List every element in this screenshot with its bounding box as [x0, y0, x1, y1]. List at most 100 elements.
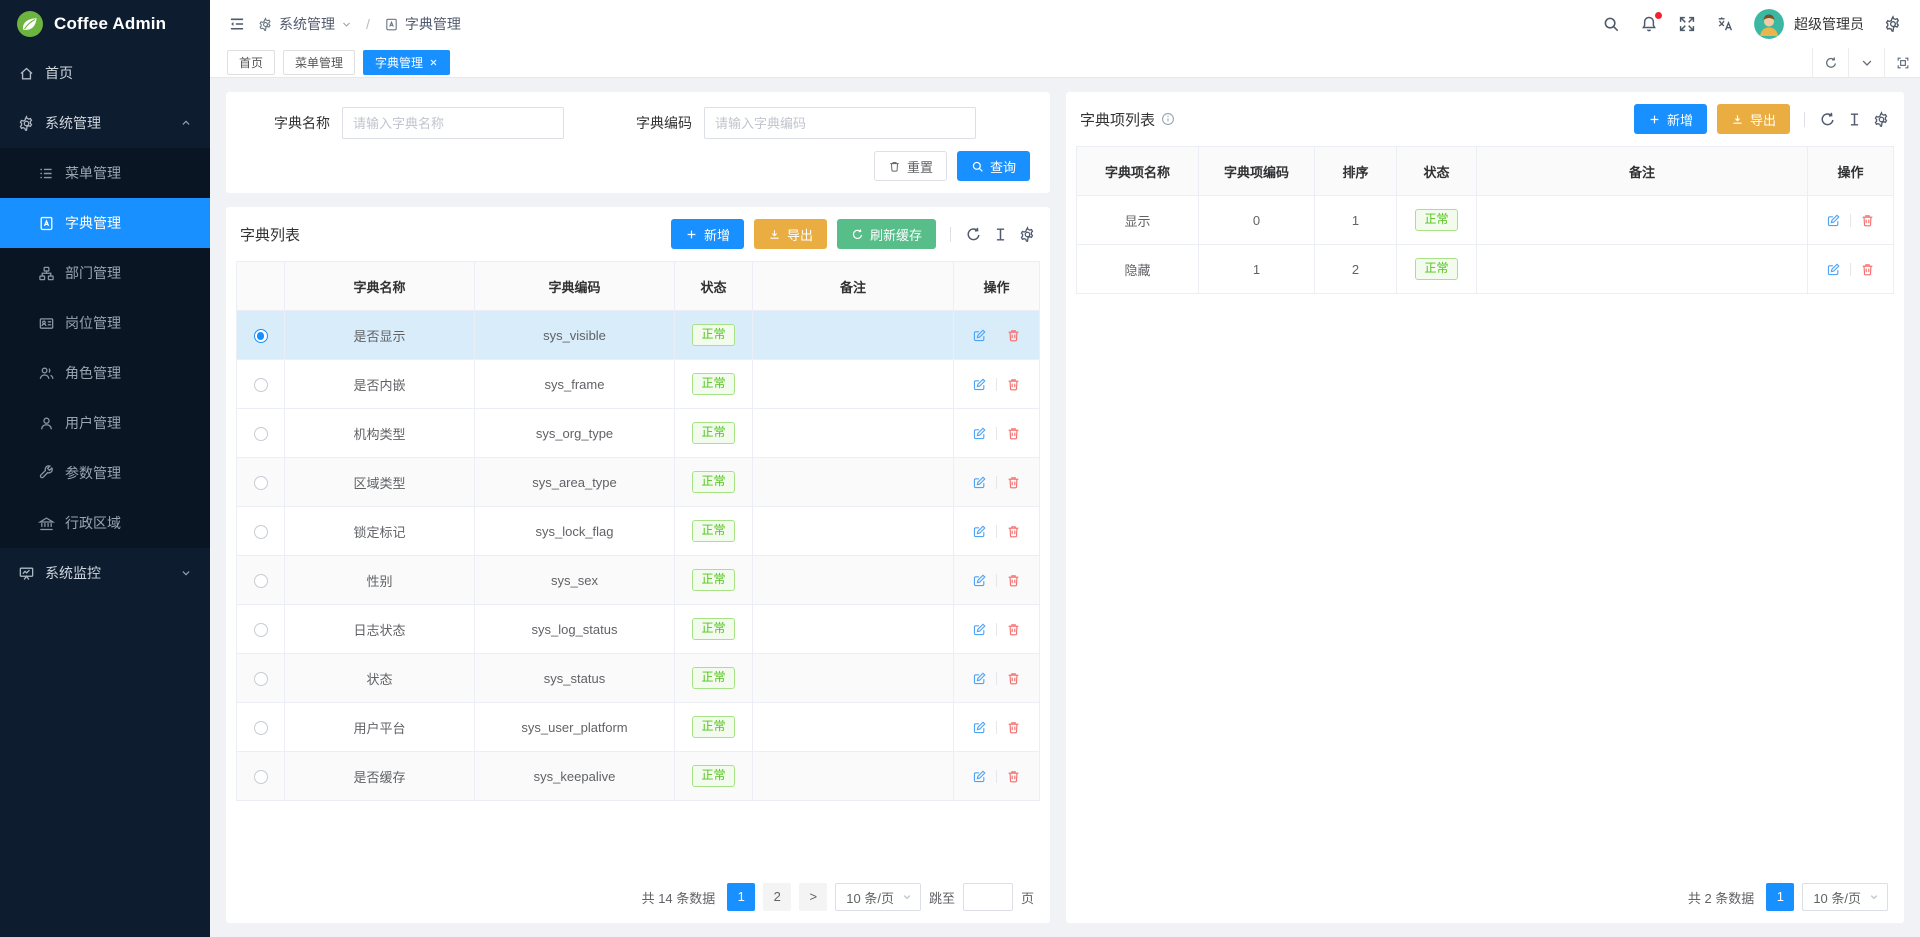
table-row[interactable]: 性别sys_sex正常	[237, 556, 1040, 605]
row-height-icon[interactable]	[1846, 111, 1863, 128]
add-dict-button[interactable]: 新增	[671, 219, 744, 249]
table-row[interactable]: 是否内嵌sys_frame正常	[237, 360, 1040, 409]
row-radio[interactable]	[254, 427, 268, 441]
edit-icon[interactable]	[1826, 213, 1841, 228]
dict-code-cell: sys_status	[475, 654, 675, 703]
edit-icon[interactable]	[972, 328, 987, 343]
dict-name-input[interactable]	[342, 107, 564, 139]
table-row[interactable]: 显示01正常	[1077, 196, 1894, 245]
dict-code-input[interactable]	[704, 107, 976, 139]
tab-label: 首页	[239, 54, 263, 71]
delete-icon[interactable]	[1006, 524, 1021, 539]
selection-cell	[237, 556, 285, 605]
row-radio[interactable]	[254, 476, 268, 490]
sidebar-item-home[interactable]: 首页	[0, 48, 210, 98]
delete-icon[interactable]	[1006, 426, 1021, 441]
page-size-select[interactable]: 10 条/页	[835, 883, 921, 911]
next-page-button[interactable]: >	[799, 883, 827, 911]
delete-icon[interactable]	[1006, 769, 1021, 784]
sidebar-item-role-management[interactable]: 角色管理	[0, 348, 210, 398]
page-size-select[interactable]: 10 条/页	[1802, 883, 1888, 911]
tab-dictionary-management[interactable]: 字典管理	[363, 50, 450, 75]
table-row[interactable]: 用户平台sys_user_platform正常	[237, 703, 1040, 752]
delete-icon[interactable]	[1006, 328, 1021, 343]
edit-icon[interactable]	[972, 573, 987, 588]
edit-icon[interactable]	[972, 475, 987, 490]
delete-icon[interactable]	[1006, 720, 1021, 735]
menu-fold-icon[interactable]	[228, 15, 246, 33]
notification-bell-icon[interactable]	[1640, 15, 1658, 33]
edit-icon[interactable]	[972, 671, 987, 686]
add-dict-item-button[interactable]: 新增	[1634, 104, 1707, 134]
jump-page-input[interactable]	[963, 883, 1013, 911]
sidebar-item-system-monitor[interactable]: 系统监控	[0, 548, 210, 598]
row-radio[interactable]	[254, 329, 268, 343]
table-row[interactable]: 隐藏12正常	[1077, 245, 1894, 294]
sidebar-item-dictionary-management[interactable]: 字典管理	[0, 198, 210, 248]
delete-icon[interactable]	[1006, 573, 1021, 588]
export-dict-items-button[interactable]: 导出	[1717, 104, 1790, 134]
edit-icon[interactable]	[972, 720, 987, 735]
page-button-1[interactable]: 1	[1766, 883, 1794, 911]
delete-icon[interactable]	[1006, 622, 1021, 637]
delete-icon[interactable]	[1860, 213, 1875, 228]
sidebar-item-parameter-management[interactable]: 参数管理	[0, 448, 210, 498]
refresh-tab-icon[interactable]	[1812, 48, 1848, 77]
close-icon[interactable]	[429, 58, 438, 67]
info-icon[interactable]	[1161, 112, 1175, 126]
row-radio[interactable]	[254, 623, 268, 637]
tab-home[interactable]: 首页	[227, 50, 275, 75]
query-button[interactable]: 查询	[957, 151, 1030, 181]
refresh-table-icon[interactable]	[1819, 111, 1836, 128]
sidebar-item-department-management[interactable]: 部门管理	[0, 248, 210, 298]
sidebar-item-user-management[interactable]: 用户管理	[0, 398, 210, 448]
row-radio[interactable]	[254, 574, 268, 588]
delete-icon[interactable]	[1860, 262, 1875, 277]
refresh-cache-button[interactable]: 刷新缓存	[837, 219, 936, 249]
row-radio[interactable]	[254, 378, 268, 392]
row-radio[interactable]	[254, 770, 268, 784]
row-radio[interactable]	[254, 721, 268, 735]
settings-gear-icon[interactable]	[1884, 15, 1902, 33]
edit-icon[interactable]	[972, 769, 987, 784]
sidebar-item-admin-region[interactable]: 行政区域	[0, 498, 210, 548]
row-height-icon[interactable]	[992, 226, 1009, 243]
reset-button[interactable]: 重置	[874, 151, 947, 181]
translate-icon[interactable]	[1716, 15, 1734, 33]
table-row[interactable]: 是否缓存sys_keepalive正常	[237, 752, 1040, 801]
maximize-content-icon[interactable]	[1884, 48, 1920, 77]
tab-options-chevron-icon[interactable]	[1848, 48, 1884, 77]
page-button-2[interactable]: 2	[763, 883, 791, 911]
delete-icon[interactable]	[1006, 377, 1021, 392]
edit-icon[interactable]	[972, 426, 987, 441]
edit-icon[interactable]	[972, 622, 987, 637]
edit-icon[interactable]	[972, 524, 987, 539]
sidebar-item-post-management[interactable]: 岗位管理	[0, 298, 210, 348]
delete-icon[interactable]	[1006, 475, 1021, 490]
column-settings-gear-icon[interactable]	[1019, 226, 1036, 243]
export-dict-button[interactable]: 导出	[754, 219, 827, 249]
row-radio[interactable]	[254, 672, 268, 686]
table-row[interactable]: 机构类型sys_org_type正常	[237, 409, 1040, 458]
fullscreen-icon[interactable]	[1678, 15, 1696, 33]
edit-icon[interactable]	[972, 377, 987, 392]
breadcrumb-section[interactable]: 系统管理	[258, 14, 352, 34]
breadcrumb-page[interactable]: 字典管理	[384, 14, 461, 34]
user-avatar[interactable]	[1754, 9, 1784, 39]
table-row[interactable]: 状态sys_status正常	[237, 654, 1040, 703]
username[interactable]: 超级管理员	[1794, 14, 1864, 34]
sidebar-item-menu-management[interactable]: 菜单管理	[0, 148, 210, 198]
page-button-1[interactable]: 1	[727, 883, 755, 911]
refresh-table-icon[interactable]	[965, 226, 982, 243]
table-row[interactable]: 区域类型sys_area_type正常	[237, 458, 1040, 507]
delete-icon[interactable]	[1006, 671, 1021, 686]
search-icon[interactable]	[1602, 15, 1620, 33]
edit-icon[interactable]	[1826, 262, 1841, 277]
column-settings-gear-icon[interactable]	[1873, 111, 1890, 128]
row-radio[interactable]	[254, 525, 268, 539]
table-row[interactable]: 日志状态sys_log_status正常	[237, 605, 1040, 654]
table-row[interactable]: 是否显示sys_visible正常	[237, 311, 1040, 360]
sidebar-item-system-management[interactable]: 系统管理	[0, 98, 210, 148]
tab-menu-management[interactable]: 菜单管理	[283, 50, 355, 75]
table-row[interactable]: 锁定标记sys_lock_flag正常	[237, 507, 1040, 556]
